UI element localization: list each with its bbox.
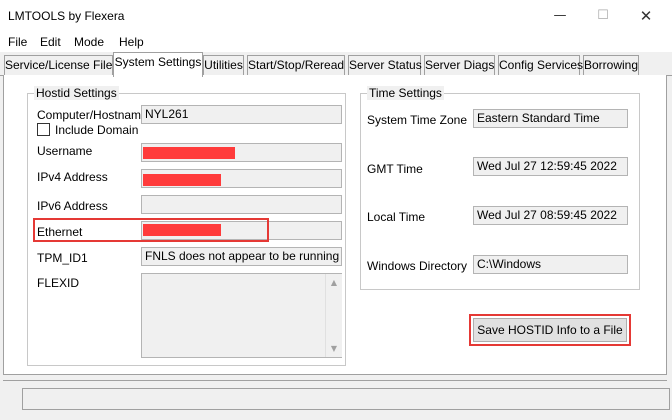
flexid-textarea[interactable]	[141, 273, 342, 358]
status-bar	[22, 388, 670, 410]
menu-edit[interactable]: Edit	[40, 35, 61, 49]
tab-config-services[interactable]: Config Services	[498, 55, 583, 76]
username-label: Username	[37, 144, 93, 158]
computer-hostname-field[interactable]: NYL261	[141, 105, 342, 124]
close-icon[interactable]: ✕	[626, 4, 666, 28]
include-domain-checkbox[interactable]	[37, 123, 50, 136]
title-bar: LMTOOLS by Flexera — ☐ ✕	[0, 0, 672, 32]
window-title: LMTOOLS by Flexera	[8, 9, 125, 23]
minimize-icon[interactable]: —	[540, 4, 580, 28]
flexid-scrollbar[interactable]: ▲ ▼	[325, 274, 342, 357]
menu-file[interactable]: File	[8, 35, 27, 49]
time-settings-title: Time Settings	[367, 86, 444, 100]
local-time-label: Local Time	[367, 210, 426, 224]
panel-bottom-divider	[3, 380, 667, 381]
system-time-zone-label: System Time Zone	[367, 113, 468, 127]
hostid-settings-title: Hostid Settings	[34, 86, 119, 100]
windows-directory-field[interactable]: C:\Windows	[473, 255, 628, 274]
ipv6-field[interactable]	[141, 195, 342, 214]
tab-server-diags[interactable]: Server Diags	[424, 55, 495, 76]
tab-strip: Service/License File System Settings Uti…	[0, 52, 672, 77]
tab-borrowing[interactable]: Borrowing	[583, 55, 639, 76]
ipv4-redaction	[143, 174, 221, 186]
tab-server-status[interactable]: Server Status	[348, 55, 422, 76]
tab-start-stop-reread[interactable]: Start/Stop/Reread	[247, 55, 345, 76]
username-redaction	[143, 147, 235, 159]
menu-mode[interactable]: Mode	[74, 35, 104, 49]
computer-hostname-label: Computer/Hostname	[37, 108, 148, 122]
menu-help[interactable]: Help	[119, 35, 144, 49]
ipv6-label: IPv6 Address	[37, 199, 108, 213]
tab-system-settings[interactable]: System Settings	[113, 52, 203, 77]
menu-bar: File Edit Mode Help	[0, 32, 672, 52]
scroll-down-icon[interactable]: ▼	[326, 340, 342, 357]
scroll-up-icon[interactable]: ▲	[326, 274, 342, 291]
tpm-id1-field[interactable]: FNLS does not appear to be running	[141, 247, 342, 266]
save-button-highlight-box	[469, 314, 631, 346]
tpm-id1-label: TPM_ID1	[37, 251, 88, 265]
include-domain-label: Include Domain	[55, 123, 139, 137]
ethernet-highlight-box	[33, 218, 269, 242]
ipv4-label: IPv4 Address	[37, 170, 108, 184]
local-time-field[interactable]: Wed Jul 27 08:59:45 2022	[473, 206, 628, 225]
tab-service-license-file[interactable]: Service/License File	[4, 55, 113, 76]
gmt-time-field[interactable]: Wed Jul 27 12:59:45 2022	[473, 157, 628, 176]
gmt-time-label: GMT Time	[367, 162, 423, 176]
maximize-icon[interactable]: ☐	[583, 4, 623, 28]
windows-directory-label: Windows Directory	[367, 259, 468, 273]
flexid-label: FLEXID	[37, 276, 80, 290]
system-time-zone-field[interactable]: Eastern Standard Time	[473, 109, 628, 128]
tab-utilities[interactable]: Utilities	[203, 55, 244, 76]
